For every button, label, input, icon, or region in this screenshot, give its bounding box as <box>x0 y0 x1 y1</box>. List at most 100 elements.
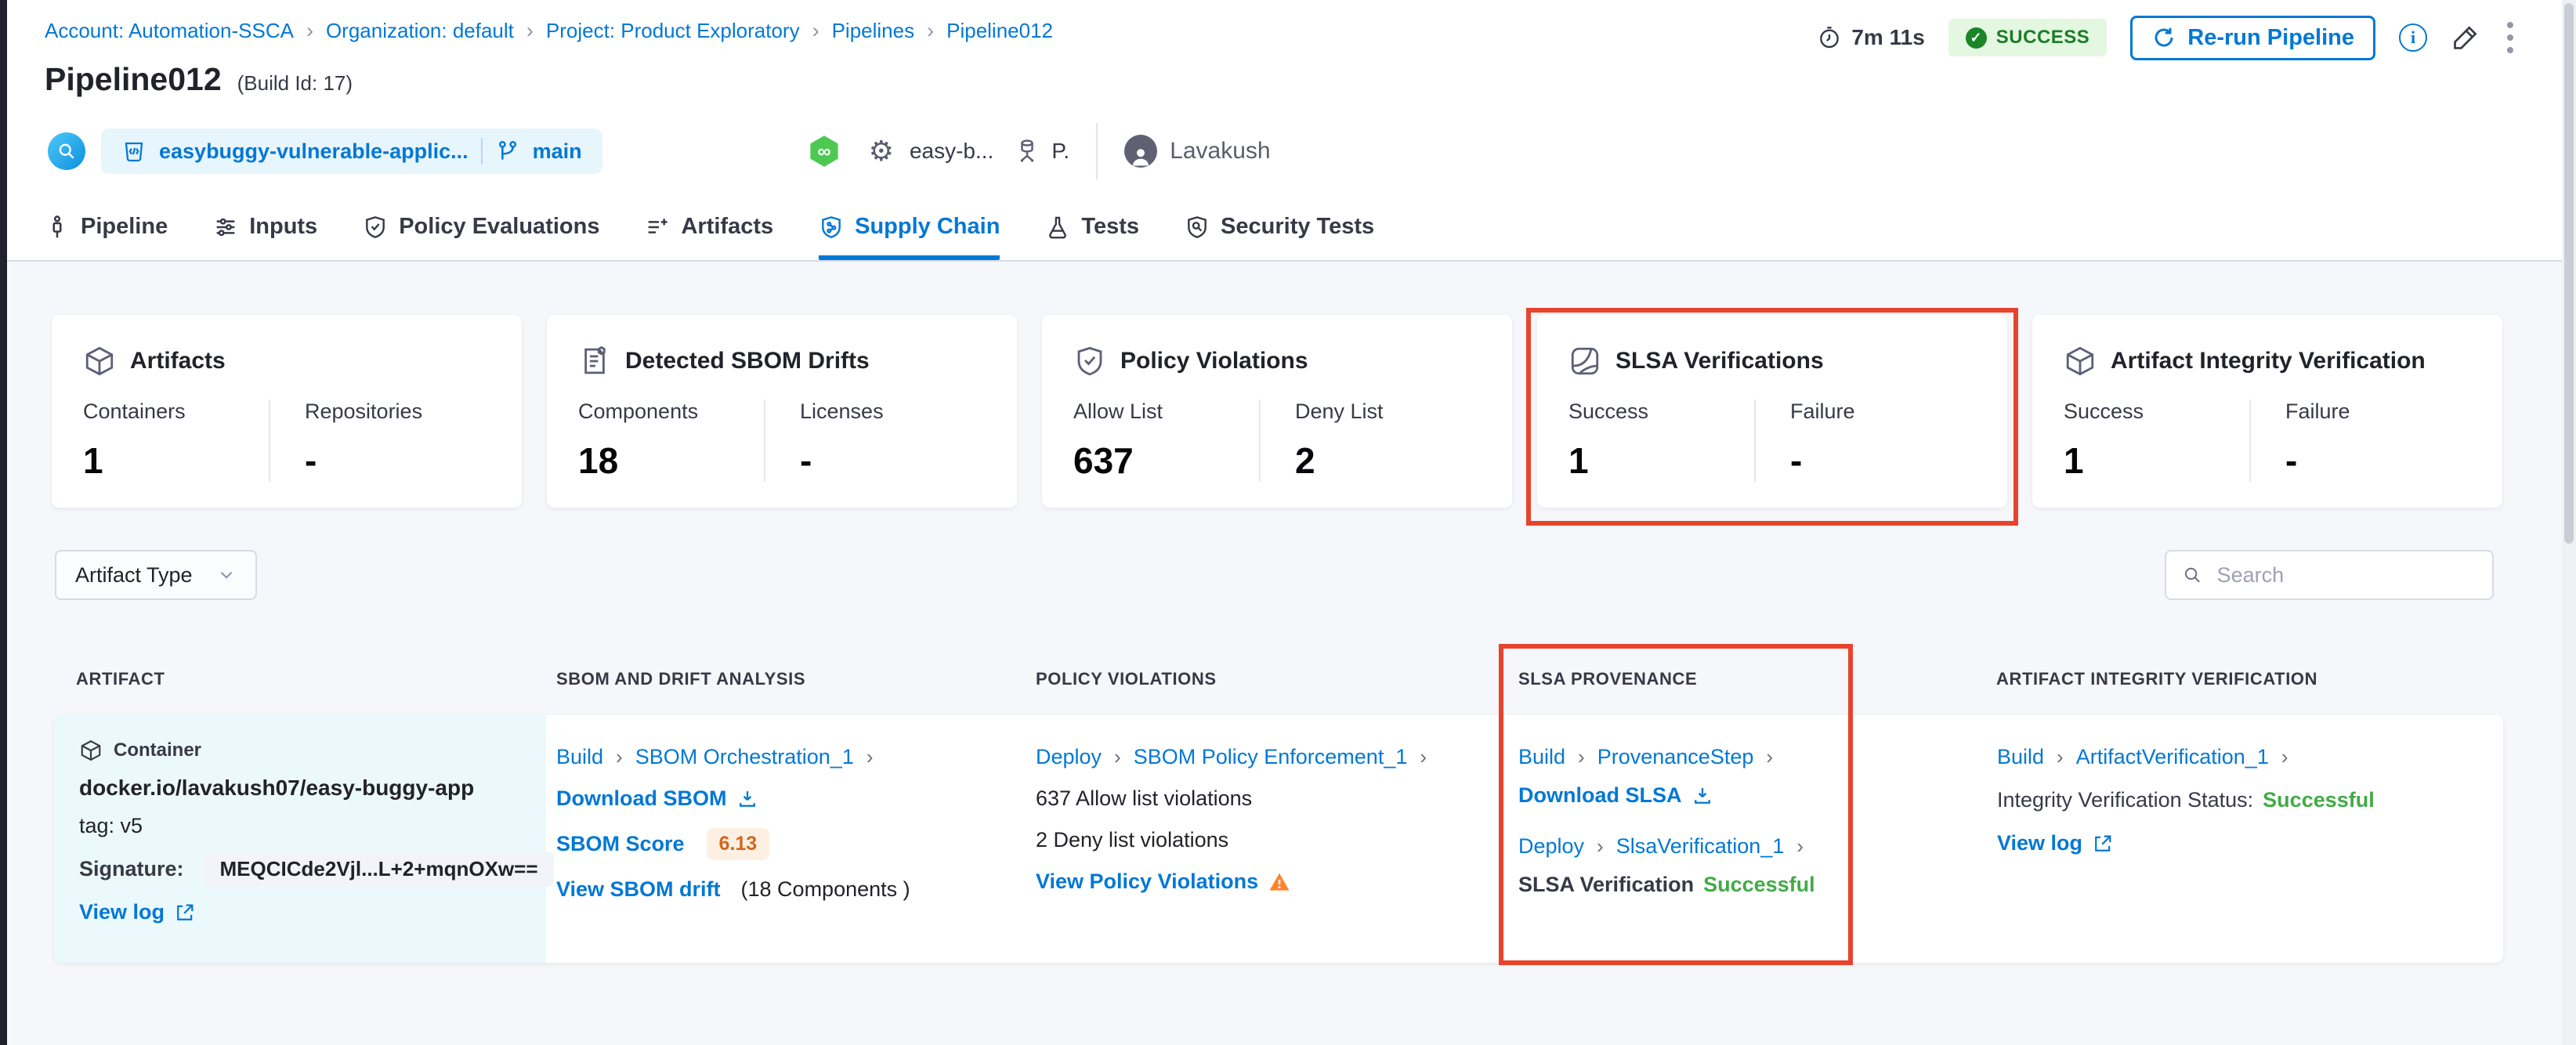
breadcrumb-pipeline012[interactable]: Pipeline012 <box>946 19 1053 43</box>
flask-icon <box>1049 216 1067 239</box>
search-box[interactable] <box>2165 550 2494 600</box>
metric-value: 1 <box>2064 440 2084 481</box>
metric-value: 2 <box>1295 440 1315 481</box>
breadcrumb-pipelines[interactable]: Pipelines <box>832 19 915 43</box>
breadcrumb-project[interactable]: Project: Product Exploratory <box>546 19 800 43</box>
metric-value: 18 <box>578 440 619 481</box>
card-title: SLSA Verifications <box>1615 348 1824 374</box>
branch-name: main <box>532 139 582 163</box>
metric-label: Components <box>578 400 699 423</box>
download-icon[interactable] <box>1691 785 1713 807</box>
sbom-score-link[interactable]: SBOM Score <box>556 832 685 856</box>
chevron-right-icon: › <box>1420 745 1427 768</box>
download-sbom-link[interactable]: Download SBOM <box>556 786 727 811</box>
column-header-policy: POLICY VIOLATIONS <box>1036 669 1217 689</box>
artifacts-list-icon <box>649 218 668 233</box>
step-link[interactable]: SBOM Policy Enforcement_1 <box>1134 745 1408 769</box>
metric-label: Repositories <box>305 400 423 423</box>
build-id: (Build Id: 17) <box>237 71 353 95</box>
warning-icon <box>1268 870 1291 894</box>
view-policy-violations-link[interactable]: View Policy Violations <box>1036 870 1258 894</box>
stage-link[interactable]: Build <box>556 745 603 769</box>
user-name: Lavakush <box>1170 138 1271 164</box>
chevron-right-icon: › <box>306 19 313 42</box>
info-icon[interactable]: i <box>2399 24 2427 52</box>
metric-label: Failure <box>1790 400 1855 423</box>
breadcrumb-organization[interactable]: Organization: default <box>326 19 514 43</box>
view-log-link[interactable]: View log <box>79 900 165 924</box>
step-link[interactable]: SlsaVerification_1 <box>1616 834 1785 859</box>
external-link-icon[interactable] <box>2092 833 2114 855</box>
search-input[interactable] <box>2215 562 2477 588</box>
integrity-status-value: Successful <box>2263 788 2375 812</box>
metric-value: 637 <box>1073 440 1134 481</box>
card-title: Artifact Integrity Verification <box>2111 348 2426 374</box>
status-text: SUCCESS <box>1995 27 2090 48</box>
stage-link[interactable]: Build <box>1997 745 2044 769</box>
tab-inputs[interactable]: Inputs <box>213 214 317 260</box>
policy-violations-cell: Deploy › SBOM Policy Enforcement_1 › 637 A… <box>1036 745 1430 894</box>
repo-name: easybuggy-vulnerable-applic... <box>159 139 469 163</box>
database-icon <box>1014 138 1040 165</box>
metric-label: Success <box>1568 400 1649 423</box>
svg-text:∞: ∞ <box>817 141 830 162</box>
allow-list-violations: 637 Allow list violations <box>1036 786 1253 810</box>
chevron-right-icon: › <box>2281 745 2288 768</box>
scrollbar[interactable] <box>2562 0 2576 1045</box>
metric-value: 1 <box>83 440 103 481</box>
sbom-cell: Build › SBOM Orchestration_1 › Download SB… <box>556 745 910 902</box>
step-link[interactable]: ArtifactVerification_1 <box>2076 745 2269 769</box>
artifact-type-tag: Container <box>114 739 202 761</box>
signature-value[interactable]: MEQCICde2Vjl...L+2+mqnOXw== <box>204 852 554 887</box>
view-sbom-drift-link[interactable]: View SBOM drift <box>556 877 721 902</box>
stage-link[interactable]: Deploy <box>1036 745 1102 769</box>
rerun-pipeline-button[interactable]: Re-run Pipeline <box>2130 15 2375 60</box>
cube-icon <box>2066 346 2094 376</box>
slsa-verification-status: Successful <box>1703 873 1815 896</box>
chevron-right-icon: › <box>1578 745 1585 768</box>
artifact-type-dropdown[interactable]: Artifact Type <box>55 550 257 600</box>
column-header-sbom: SBOM AND DRIFT ANALYSIS <box>556 669 806 689</box>
step-link[interactable]: SBOM Orchestration_1 <box>635 745 854 769</box>
step-link[interactable]: ProvenanceStep <box>1597 745 1754 769</box>
metric-label: Failure <box>2285 400 2350 423</box>
scrollbar-thumb[interactable] <box>2564 3 2574 544</box>
download-icon[interactable] <box>736 788 758 810</box>
metric-label: Licenses <box>800 400 884 423</box>
tab-pipeline[interactable]: Pipeline <box>45 214 168 260</box>
tab-supply-chain[interactable]: Supply Chain <box>819 214 1000 260</box>
tab-security-tests[interactable]: Security Tests <box>1185 214 1374 260</box>
slsa-icon <box>1571 347 1599 375</box>
divider <box>1096 123 1098 179</box>
summary-cards: Artifacts Containers 1 Repositories - Dete… <box>52 315 2502 508</box>
check-circle-icon: ✓ <box>1965 27 1987 49</box>
stage-link[interactable]: Build <box>1518 745 1565 769</box>
metric-label: Deny List <box>1295 400 1384 423</box>
stage-link[interactable]: Deploy <box>1518 834 1584 859</box>
inputs-icon <box>216 218 235 236</box>
chevron-right-icon: › <box>1766 745 1774 768</box>
header-actions: 7m 11s ✓ SUCCESS Re-run Pipeline i <box>1817 13 2516 63</box>
tab-policy-evaluations[interactable]: Policy Evaluations <box>363 214 599 260</box>
kebab-menu-icon[interactable] <box>2504 19 2516 56</box>
artifact-type-label: Artifact Type <box>75 562 193 587</box>
clock-icon <box>1820 27 1840 49</box>
card-title: Artifacts <box>130 348 226 374</box>
breadcrumb-account[interactable]: Account: Automation-SSCA <box>45 19 294 43</box>
view-log-link[interactable]: View log <box>1997 831 2082 855</box>
chevron-right-icon: › <box>2057 745 2064 768</box>
repo-branch-pill[interactable]: easybuggy-vulnerable-applic... main <box>101 128 602 174</box>
column-header-slsa: SLSA PROVENANCE <box>1518 669 1698 689</box>
metric-label: Allow List <box>1073 400 1163 423</box>
tab-artifacts[interactable]: Artifacts <box>645 214 773 260</box>
repository-icon <box>125 142 143 162</box>
run-duration: 7m 11s <box>1817 25 1925 50</box>
external-link-icon[interactable] <box>174 902 196 924</box>
artifact-image-name: docker.io/lavakush07/easy-buggy-app <box>79 776 475 800</box>
chevron-right-icon: › <box>927 19 935 42</box>
edit-pencil-icon[interactable] <box>2451 23 2480 52</box>
download-slsa-link[interactable]: Download SLSA <box>1518 783 1682 808</box>
card-slsa-verifications: SLSA Verifications Success 1 Failure - <box>1537 315 2007 508</box>
chevron-right-icon: › <box>866 745 874 768</box>
tab-tests[interactable]: Tests <box>1045 214 1139 260</box>
